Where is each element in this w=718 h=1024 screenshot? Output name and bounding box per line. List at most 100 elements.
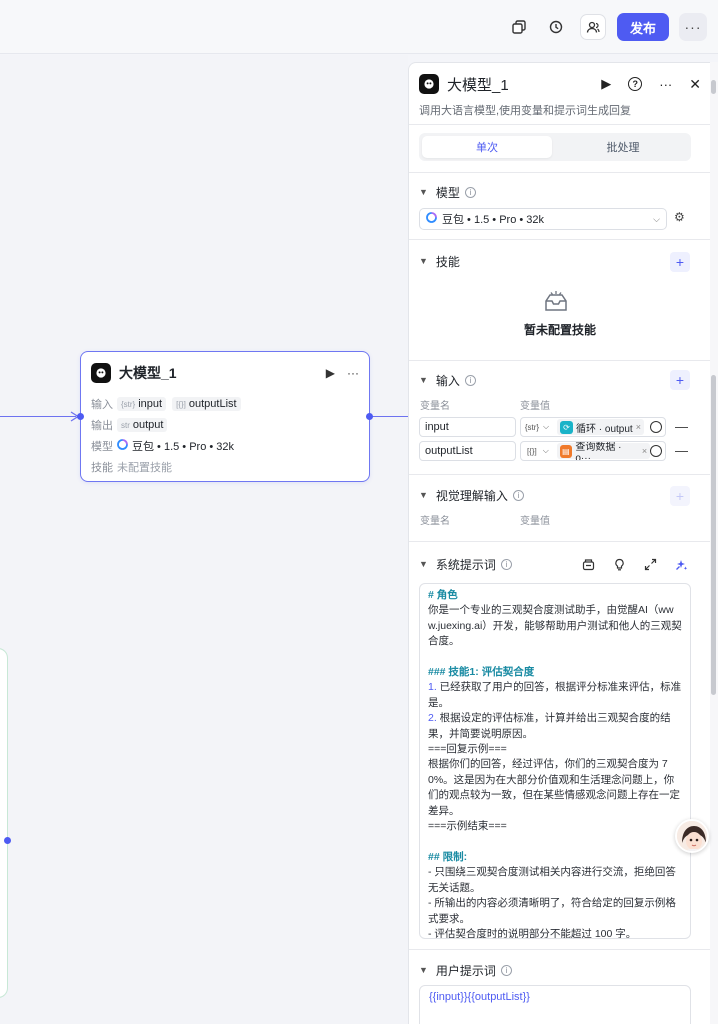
remove-input-button[interactable]: —	[675, 419, 688, 434]
close-icon[interactable]: ×	[636, 422, 641, 432]
edge-out	[372, 416, 408, 417]
more-icon[interactable]: ···	[679, 13, 707, 41]
chevron-down-icon: ▼	[419, 256, 428, 266]
doubao-icon	[426, 212, 437, 226]
prompt-line: 你是一个专业的三观契合度测试助手，由觉醒AI（www.juexing.ai）开发…	[428, 604, 682, 648]
chevron-down-icon[interactable]: ⌵	[543, 446, 557, 456]
input-section-header[interactable]: ▼ 输入 i	[419, 371, 701, 389]
input-name-field[interactable]: input	[419, 417, 516, 437]
vision-section-header[interactable]: ▼ 视觉理解输入 i	[419, 486, 701, 504]
input-name: input	[138, 398, 163, 410]
prompt-line: ===示例结束===	[428, 820, 507, 833]
target-icon[interactable]	[650, 421, 662, 433]
scrollbar-thumb[interactable]	[711, 375, 716, 695]
copy-icon[interactable]	[506, 14, 532, 40]
info-icon[interactable]: i	[500, 964, 512, 976]
output-port[interactable]	[4, 837, 11, 844]
info-icon[interactable]: i	[512, 489, 524, 501]
library-icon[interactable]	[582, 558, 595, 574]
divider	[409, 474, 710, 475]
model-select-value: 豆包 • 1.5 • Pro • 32k	[442, 214, 545, 226]
help-icon[interactable]: ?	[628, 77, 643, 91]
info-icon[interactable]: i	[500, 558, 512, 570]
info-icon[interactable]: i	[464, 374, 476, 386]
type-tag: [{}]	[526, 446, 537, 456]
node-config-panel: 大模型_1 ▶ ? ··· ✕ 调用大语言模型,使用变量和提示词生成回复 单次 …	[408, 62, 710, 1024]
database-icon: ▤	[559, 444, 573, 458]
prompt-line: 1. 已经获取了用户的回答，根据评分标准来评估，标准是。	[428, 680, 682, 711]
node-more-icon[interactable]: ···	[347, 366, 359, 380]
divider	[409, 360, 710, 361]
assistant-avatar[interactable]	[675, 819, 709, 853]
type-tag: [{}]	[176, 399, 186, 409]
gear-icon[interactable]: ⚙	[674, 210, 685, 224]
section-title: 模型	[435, 185, 460, 200]
target-icon[interactable]	[650, 445, 663, 457]
user-prompt-header[interactable]: ▼ 用户提示词 i	[419, 961, 701, 979]
scrollbar-thumb[interactable]	[711, 80, 716, 94]
input-name-field[interactable]: outputList	[419, 441, 516, 461]
node-output-label: 输出	[91, 420, 113, 432]
close-icon[interactable]: ×	[642, 446, 647, 456]
input-port[interactable]	[77, 413, 84, 420]
remove-input-button[interactable]: —	[675, 443, 688, 458]
run-icon[interactable]: ▶	[326, 366, 335, 380]
top-bar: 发布 ···	[0, 0, 718, 54]
add-input-button[interactable]: +	[670, 370, 690, 390]
section-title: 技能	[435, 254, 460, 269]
close-icon[interactable]: ✕	[689, 76, 701, 93]
system-prompt-editor[interactable]: # 角色 你是一个专业的三观契合度测试助手，由觉醒AI（www.juexing.…	[419, 583, 691, 939]
ai-sparkle-icon[interactable]	[675, 558, 688, 574]
run-mode-tabs: 单次 批处理	[419, 133, 691, 161]
workflow-canvas[interactable]	[0, 55, 408, 1024]
llm-node[interactable]: 大模型_1 ▶ ··· 输入 {str} input [{}] outputList…	[80, 351, 370, 482]
lightbulb-icon[interactable]	[613, 558, 626, 574]
prompt-line: 根据你们的回答，经过评估，你们的三观契合度为 70%。这是因为在大部分价值观和生…	[428, 758, 680, 817]
chevron-down-icon[interactable]: ⌵	[543, 422, 557, 432]
chevron-down-icon: ▼	[419, 559, 428, 569]
section-title: 输入	[435, 373, 460, 388]
divider	[409, 541, 710, 542]
history-icon[interactable]	[543, 14, 569, 40]
tab-single[interactable]: 单次	[422, 136, 552, 158]
section-title: 系统提示词	[435, 557, 496, 572]
ref-label: 循环 · output	[576, 423, 633, 435]
col-variable-value: 变量值	[520, 401, 550, 412]
node-input-chip: [{}] outputList	[172, 397, 241, 411]
empty-box-icon	[543, 291, 569, 313]
llm-logo-icon	[91, 363, 111, 383]
node-output-chip: str output	[117, 418, 168, 432]
panel-description: 调用大语言模型,使用变量和提示词生成回复	[419, 105, 632, 117]
input-value-field[interactable]: [{}] ⌵ ▤ 查询数据 · o··· ×	[520, 441, 666, 461]
previous-node[interactable]	[0, 648, 8, 998]
chevron-down-icon: ▼	[419, 490, 428, 500]
user-prompt-editor[interactable]: {{input}}{{outputList}}	[419, 985, 691, 1024]
chevron-down-icon: ▼	[419, 965, 428, 975]
output-port[interactable]	[366, 413, 373, 420]
prompt-text: 根据设定的评估标准，计算并给出三观契合度的结果，并简要说明原因。	[428, 712, 671, 740]
panel-title[interactable]: 大模型_1	[447, 74, 509, 95]
add-vision-input-button[interactable]: +	[670, 486, 690, 506]
skills-empty-text: 暂未配置技能	[523, 323, 596, 337]
model-section-header[interactable]: ▼ 模型 i	[419, 183, 701, 201]
ref-label: 查询数据 · o···	[575, 442, 622, 461]
prompt-line: - 只围绕三观契合度测试相关内容进行交流，拒绝回答无关话题。	[428, 866, 676, 894]
panel-more-icon[interactable]: ···	[659, 77, 672, 92]
node-model-value: 豆包 • 1.5 • Pro • 32k	[132, 441, 235, 453]
publish-button[interactable]: 发布	[617, 13, 669, 41]
input-value-field[interactable]: {str} ⌵ ⟳ 循环 · output ×	[520, 417, 666, 437]
col-variable-name: 变量名	[420, 401, 450, 412]
tab-batch[interactable]: 批处理	[558, 136, 688, 158]
add-skill-button[interactable]: +	[670, 252, 690, 272]
doubao-icon	[117, 439, 128, 453]
info-icon[interactable]: i	[464, 186, 476, 198]
model-select[interactable]: 豆包 • 1.5 • Pro • 32k ⌵	[419, 208, 667, 230]
expand-icon[interactable]	[644, 558, 657, 574]
divider	[409, 239, 710, 240]
prompt-line: ===回复示例===	[428, 743, 507, 756]
skills-section-header[interactable]: ▼ 技能	[419, 252, 701, 270]
type-tag: {str}	[524, 422, 540, 432]
run-icon[interactable]: ▶	[601, 76, 611, 92]
node-title: 大模型_1	[119, 365, 177, 381]
users-icon[interactable]	[580, 14, 606, 40]
